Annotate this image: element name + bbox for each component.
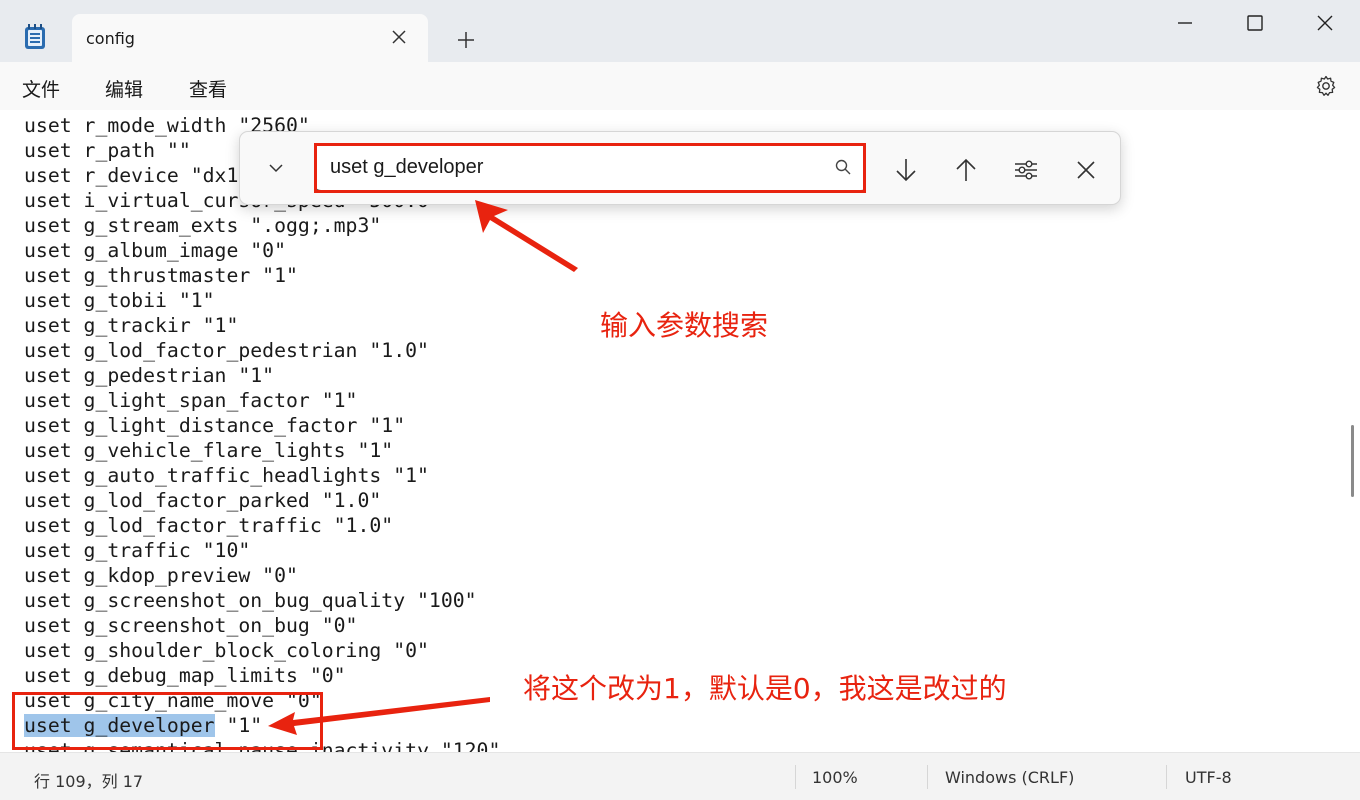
toggle-replace-chevron-icon[interactable] [264, 156, 288, 180]
close-tab-icon[interactable] [388, 26, 410, 48]
search-highlight-box [314, 143, 866, 193]
editor-line: uset g_screenshot_on_bug_quality "100" [24, 589, 477, 612]
minimize-button[interactable] [1162, 8, 1208, 38]
status-divider [795, 765, 796, 789]
tab-title: config [86, 29, 135, 48]
editor-lines: uset r_mode_width "2560" uset r_path "" us… [24, 113, 500, 752]
editor-line: uset g_stream_exts ".ogg;.mp3" [24, 214, 382, 237]
editor-line: uset g_tobii "1" [24, 289, 215, 312]
tab-config[interactable]: config [72, 14, 428, 62]
status-divider [1166, 765, 1167, 789]
editor-line: uset g_pedestrian "1" [24, 364, 275, 387]
notepad-app-icon [24, 24, 46, 50]
editor-line: uset g_shoulder_block_coloring "0" [24, 639, 429, 662]
vertical-scrollbar[interactable] [1351, 425, 1354, 497]
menu-view[interactable]: 查看 [189, 75, 227, 102]
new-tab-plus-icon[interactable] [452, 26, 480, 54]
editor-line: uset g_traffic "10" [24, 539, 251, 562]
editor-line: uset g_vehicle_flare_lights "1" [24, 439, 394, 462]
close-find-icon[interactable] [1072, 156, 1100, 184]
menu-edit[interactable]: 编辑 [105, 75, 143, 102]
maximize-button[interactable] [1232, 8, 1278, 38]
menu-file[interactable]: 文件 [22, 75, 60, 102]
find-previous-up-arrow-icon[interactable] [952, 156, 980, 184]
settings-gear-icon[interactable] [1314, 74, 1338, 98]
find-next-down-arrow-icon[interactable] [892, 156, 920, 184]
editor-line: uset g_lod_factor_parked "1.0" [24, 489, 382, 512]
status-bar: 行 109，列 17 100% Windows (CRLF) UTF-8 [0, 752, 1360, 800]
status-divider [927, 765, 928, 789]
editor-line: uset g_screenshot_on_bug "0" [24, 614, 358, 637]
annotation-change-note: 将这个改为1，默认是0，我这是改过的 [523, 672, 1007, 705]
editor-line: uset g_auto_traffic_headlights "1" [24, 464, 429, 487]
zoom-level[interactable]: 100% [812, 768, 858, 787]
cursor-position: 行 109，列 17 [34, 772, 144, 791]
editor-line: uset g_album_image "0" [24, 239, 287, 262]
encoding[interactable]: UTF-8 [1185, 768, 1232, 787]
menu-bar: 文件 编辑 查看 [0, 62, 1360, 110]
annotation-search-note: 输入参数搜索 [600, 309, 769, 342]
editor-line: uset g_debug_map_limits "0" [24, 664, 346, 687]
editor-line: uset g_kdop_preview "0" [24, 564, 298, 587]
line-ending[interactable]: Windows (CRLF) [945, 768, 1074, 787]
editor-line: uset g_lod_factor_traffic "1.0" [24, 514, 394, 537]
editor-line: uset g_trackir "1" [24, 314, 239, 337]
find-options-sliders-icon[interactable] [1012, 156, 1040, 184]
editor-line: uset g_light_distance_factor "1" [24, 414, 406, 437]
close-window-button[interactable] [1302, 8, 1348, 38]
developer-line-highlight-box [12, 692, 323, 750]
title-bar: config [0, 0, 1360, 62]
editor-line: uset g_lod_factor_pedestrian "1.0" [24, 339, 429, 362]
text-editor[interactable]: uset r_mode_width "2560" uset r_path "" us… [0, 110, 1360, 752]
editor-line: uset g_thrustmaster "1" [24, 264, 298, 287]
editor-line: uset g_light_span_factor "1" [24, 389, 358, 412]
